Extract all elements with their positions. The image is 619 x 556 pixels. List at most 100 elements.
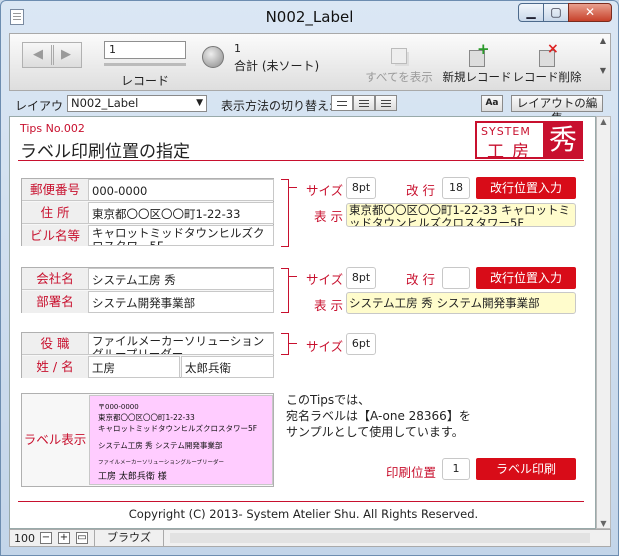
address-bracket-tick bbox=[289, 187, 297, 188]
company-bracket bbox=[281, 268, 289, 313]
company-field[interactable]: システム工房 秀 bbox=[88, 268, 274, 290]
window-controls: ▁ ▢ ✕ bbox=[518, 3, 612, 22]
view-table-button[interactable] bbox=[375, 95, 397, 111]
vertical-scrollbar[interactable]: ▲ ▼ bbox=[596, 116, 611, 529]
company-newline-label: 改 行 bbox=[406, 272, 435, 287]
show-all-label: すべてを表示 bbox=[365, 70, 433, 84]
person-bracket-tick bbox=[289, 343, 297, 344]
first-name-field[interactable]: 太郎兵衛 bbox=[181, 356, 274, 378]
view-form-button[interactable] bbox=[331, 95, 353, 111]
name-label: 姓 / 名 bbox=[22, 356, 88, 378]
company-bracket-tick bbox=[289, 276, 297, 277]
address-size-field[interactable]: 8pt bbox=[346, 177, 376, 199]
print-label-button[interactable]: ラベル印刷 bbox=[476, 458, 576, 480]
record-slider[interactable] bbox=[104, 63, 186, 66]
horizontal-scrollbar[interactable] bbox=[170, 533, 590, 543]
title-bar: N002_Label ▁ ▢ ✕ bbox=[1, 1, 618, 31]
layout-select[interactable]: N002_Label ▼ bbox=[67, 95, 207, 112]
new-record-button[interactable]: 新規レコード bbox=[442, 40, 512, 85]
label-line-position: ファイルメーカーソリューショングループリーダー bbox=[98, 460, 225, 466]
next-record-icon[interactable]: ▶ bbox=[61, 47, 71, 62]
company-logo: SYSTEM 工房 秀 bbox=[475, 121, 583, 162]
info-line-2: 宛名ラベルは【A-one 28366】を bbox=[286, 409, 471, 423]
label-line-postal: 〒000-0000 bbox=[98, 403, 139, 411]
app-window: N002_Label ▁ ▢ ✕ ◀ ▶ 1 レコード 1 合計 (未ソート) … bbox=[0, 0, 619, 556]
logo-shu-text: 秀 bbox=[543, 123, 583, 157]
building-label: ビル名等 bbox=[22, 225, 88, 246]
company-newline-button[interactable]: 改行位置入力 bbox=[476, 267, 576, 289]
delete-record-button[interactable]: レコード削除 bbox=[512, 41, 582, 85]
scroll-down-icon[interactable]: ▼ bbox=[597, 519, 610, 528]
minimize-button[interactable]: ▁ bbox=[518, 3, 544, 22]
view-as-label: 表示方法の切り替え: bbox=[221, 99, 334, 113]
print-position-label: 印刷位置 bbox=[386, 465, 437, 480]
address-display-label: 表 示 bbox=[314, 209, 343, 224]
address-newline-field[interactable]: 18 bbox=[442, 177, 470, 199]
prev-record-icon[interactable]: ◀ bbox=[33, 47, 43, 62]
status-bar: 100 − + ▭ ブラウズ bbox=[9, 529, 611, 547]
minimize-icon: ▁ bbox=[526, 5, 536, 19]
info-line-1: このTipsでは、 bbox=[286, 393, 371, 407]
toolbar-scroll[interactable]: ▲ ▼ bbox=[598, 36, 608, 88]
show-all-button[interactable]: すべてを表示 bbox=[364, 46, 434, 85]
dept-field[interactable]: システム開発事業部 bbox=[88, 291, 274, 313]
tips-number: Tips No.002 bbox=[20, 122, 85, 135]
found-set-pie-icon bbox=[202, 46, 224, 68]
book-spine-icon bbox=[51, 45, 54, 65]
address-field[interactable]: 東京都〇〇区〇〇町1-22-33 bbox=[88, 202, 274, 224]
position-label: 役 職 bbox=[22, 333, 88, 355]
scroll-up-icon[interactable]: ▲ bbox=[597, 117, 610, 126]
close-button[interactable]: ✕ bbox=[568, 3, 612, 22]
maximize-button[interactable]: ▢ bbox=[543, 3, 569, 22]
address-size-label: サイズ bbox=[306, 183, 344, 198]
building-field[interactable]: キャロットミッドタウンヒルズクロスタワー5F bbox=[88, 225, 274, 246]
current-record-input[interactable]: 1 bbox=[104, 41, 186, 59]
person-box: 役 職 ファイルメーカーソリューショングループリーダー 姓 / 名 工房 太郎兵… bbox=[21, 332, 274, 378]
found-count: 1 bbox=[234, 42, 241, 55]
status-toolbar: ◀ ▶ 1 レコード 1 合計 (未ソート) すべてを表示 新規レコード レコー… bbox=[9, 33, 611, 91]
toggle-toolbar-icon[interactable]: ▭ bbox=[76, 532, 88, 544]
last-name-field[interactable]: 工房 bbox=[88, 356, 180, 378]
delete-record-icon bbox=[537, 41, 559, 67]
postal-label: 郵便番号 bbox=[22, 179, 88, 201]
zoom-in-icon[interactable]: + bbox=[58, 532, 70, 544]
company-box: 会社名 システム工房 秀 部署名 システム開発事業部 bbox=[21, 267, 274, 313]
address-newline-label: 改 行 bbox=[406, 183, 435, 198]
layout-select-value: N002_Label bbox=[71, 96, 139, 110]
show-all-icon bbox=[389, 46, 409, 66]
info-line-3: サンプルとして使用しています。 bbox=[286, 425, 464, 439]
zoom-level[interactable]: 100 bbox=[14, 532, 35, 545]
company-size-field[interactable]: 8pt bbox=[346, 267, 376, 289]
new-record-label: 新規レコード bbox=[442, 70, 512, 84]
address-preview: 東京都〇〇区〇〇町1-22-33 キャロットミッドタウンヒルズクロスタワー5F bbox=[346, 203, 576, 227]
footer-divider bbox=[18, 501, 584, 502]
address-box: 郵便番号 000-0000 住 所 東京都〇〇区〇〇町1-22-33 ビル名等 … bbox=[21, 178, 274, 246]
postal-field[interactable]: 000-0000 bbox=[88, 179, 274, 201]
company-newline-field[interactable] bbox=[442, 267, 470, 289]
text-format-button[interactable]: Aa bbox=[481, 95, 503, 112]
company-label: 会社名 bbox=[22, 268, 88, 290]
address-newline-button[interactable]: 改行位置入力 bbox=[476, 177, 576, 199]
maximize-icon: ▢ bbox=[550, 5, 562, 19]
address-label: 住 所 bbox=[22, 202, 88, 224]
edit-layout-button[interactable]: レイアウトの編集 bbox=[511, 95, 603, 125]
logo-kobo-text: 工房 bbox=[487, 142, 537, 162]
record-book[interactable]: ◀ ▶ bbox=[22, 42, 82, 68]
view-list-button[interactable] bbox=[353, 95, 375, 111]
person-bracket bbox=[281, 333, 289, 355]
layout-content: Tips No.002 ラベル印刷位置の指定 SYSTEM 工房 秀 郵便番号 … bbox=[9, 116, 596, 529]
print-position-field[interactable]: 1 bbox=[442, 458, 470, 480]
label-line-company: システム工房 秀 システム開発事業部 bbox=[98, 441, 223, 450]
label-preview: 〒000-0000 東京都〇〇区〇〇町1-22-33 キャロットミッドタウンヒル… bbox=[89, 395, 273, 485]
address-bracket bbox=[281, 179, 289, 247]
mode-indicator[interactable]: ブラウズ bbox=[94, 530, 164, 546]
chevron-down-icon: ▼ bbox=[196, 98, 203, 108]
dept-label: 部署名 bbox=[22, 291, 88, 313]
person-size-label: サイズ bbox=[306, 339, 344, 354]
zoom-out-icon[interactable]: − bbox=[40, 532, 52, 544]
position-field[interactable]: ファイルメーカーソリューショングループリーダー bbox=[88, 333, 274, 355]
record-label: レコード bbox=[120, 74, 169, 88]
copyright-text: Copyright (C) 2013- System Atelier Shu. … bbox=[128, 507, 479, 521]
company-size-label: サイズ bbox=[306, 272, 344, 287]
person-size-field[interactable]: 6pt bbox=[346, 333, 376, 355]
